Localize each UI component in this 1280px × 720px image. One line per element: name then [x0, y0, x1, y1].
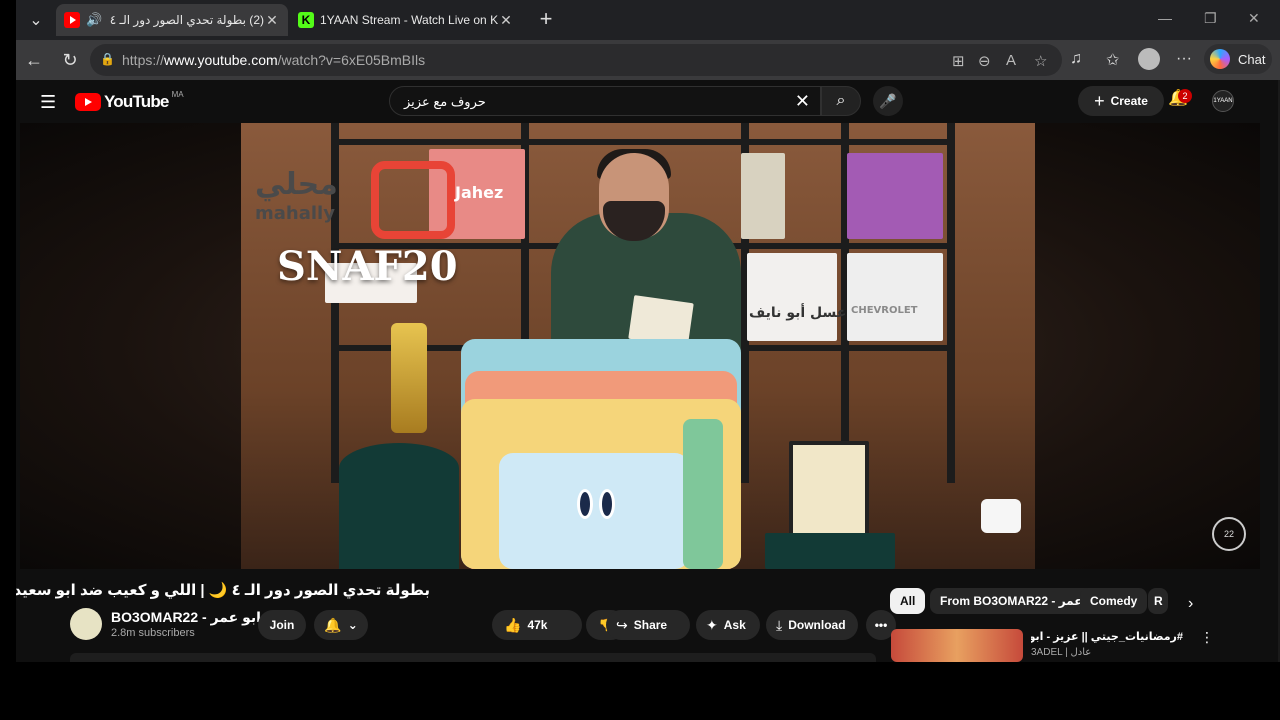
chip-all[interactable]: All — [890, 588, 926, 614]
comments-section-edge — [70, 653, 876, 662]
create-label: Create — [1110, 94, 1148, 108]
chip-more[interactable]: R — [1148, 588, 1168, 614]
chip-comedy[interactable]: Comedy — [1080, 588, 1148, 614]
close-icon[interactable]: ✕ — [264, 12, 280, 29]
thumbs-up-icon: 👍 — [504, 616, 522, 633]
share-label: Share — [633, 618, 668, 632]
search-query[interactable]: حروف مع عزيز — [404, 94, 486, 110]
share-icon: ↪ — [616, 616, 628, 633]
channel-watermark-icon[interactable]: 22 — [1212, 517, 1246, 551]
channel-name[interactable]: BO3OMAR22 - ابو عمر — [111, 609, 275, 626]
tab-actions-menu-button[interactable]: ⌄ — [22, 6, 50, 34]
youtube-play-icon — [75, 93, 101, 111]
share-button[interactable]: ↪ Share — [606, 610, 690, 640]
browser-essentials-icon[interactable]: ♫ — [1070, 50, 1082, 68]
download-label: Download — [788, 618, 846, 632]
chevron-down-icon: ⌄ — [347, 618, 358, 632]
window-close-icon[interactable]: ✕ — [1248, 10, 1260, 27]
refresh-icon[interactable]: ↻ — [58, 48, 82, 72]
sponsor-chevrolet-text: CHEVROLET — [851, 305, 918, 316]
more-vertical-icon[interactable]: ⋮ — [1200, 629, 1214, 646]
search-icon: ⌕ — [836, 92, 846, 109]
read-aloud-icon[interactable]: A — [1006, 52, 1016, 69]
ask-button[interactable]: ✦ Ask — [696, 610, 760, 640]
search-button[interactable]: ⌕ — [821, 86, 861, 116]
more-horizontal-icon: ••• — [874, 618, 888, 632]
recommended-video-title[interactable]: #رمضانيات_جيتي || عزيز - ابو عمر 🌙 — [1031, 630, 1183, 643]
address-toolbar: ← ↻ 🔒 https://www.youtube.com/watch?v=6x… — [16, 40, 1280, 80]
url-text[interactable]: https://www.youtube.com/watch?v=6xE05BmB… — [122, 52, 425, 68]
copilot-chat-button[interactable]: Chat — [1204, 44, 1272, 74]
youtube-header: ☰ YouTube MA حروف مع عزيز ✕ ⌕ 🎤 + Create… — [20, 80, 1260, 123]
create-button[interactable]: + Create — [1078, 86, 1164, 116]
browser-window: ⌄ 🔊 (2) بطولة تحدي الصور دور الـ ٤ 🌙 ✕ K… — [16, 0, 1280, 662]
video-title: بطولة تحدي الصور دور الـ ٤ 🌙 | اللي و كع… — [16, 582, 430, 599]
recommended-channel-name[interactable]: 3ADEL | عادل — [1031, 647, 1091, 658]
more-options-icon[interactable]: ··· — [1176, 50, 1192, 68]
recommended-video-thumbnail[interactable] — [891, 629, 1023, 662]
app-available-icon[interactable]: ⊞ — [952, 52, 965, 70]
video-info-panel: بطولة تحدي الصور دور الـ ٤ 🌙 | اللي و كع… — [16, 569, 1260, 662]
restore-icon[interactable]: ❐ — [1204, 10, 1217, 27]
ask-label: Ask — [723, 618, 746, 632]
youtube-favicon-icon — [64, 12, 80, 28]
kick-favicon-icon: K — [298, 12, 314, 28]
youtube-logo[interactable]: YouTube MA — [75, 89, 184, 112]
download-icon: ⤓ — [776, 616, 783, 633]
video-frame: محلي mahally Jahez CHEVROLET عسل أبو ناي… — [241, 123, 1035, 569]
minimize-icon[interactable]: — — [1158, 10, 1172, 26]
country-code: MA — [171, 89, 184, 99]
bell-icon: 🔔 — [324, 616, 342, 633]
lock-icon[interactable]: 🔒 — [100, 52, 115, 68]
chat-label: Chat — [1238, 51, 1266, 67]
tab-title: 1YAAN Stream - Watch Live on Kick — [320, 13, 498, 27]
back-icon[interactable]: ← — [22, 48, 46, 72]
favorites-icon[interactable]: ✩ — [1106, 50, 1119, 70]
download-button[interactable]: ⤓ Download — [766, 610, 858, 640]
hamburger-menu-icon[interactable]: ☰ — [40, 92, 56, 113]
eye-graphic — [577, 489, 593, 519]
subscribed-bell-button[interactable]: 🔔 ⌄ — [314, 610, 368, 640]
notification-count-badge: 2 — [1178, 89, 1192, 103]
eye-graphic — [599, 489, 615, 519]
speaker-icon[interactable]: 🔊 — [86, 12, 102, 28]
tab-kick[interactable]: K 1YAAN Stream - Watch Live on Kick ✕ — [290, 4, 522, 36]
search-input[interactable]: حروف مع عزيز ✕ — [389, 86, 821, 116]
profile-avatar-icon[interactable] — [1138, 48, 1160, 70]
address-bar[interactable]: 🔒 https://www.youtube.com/watch?v=6xE05B… — [90, 44, 1062, 76]
user-avatar[interactable]: 1YAAN — [1212, 90, 1234, 112]
favorite-star-icon[interactable]: ☆ — [1034, 52, 1047, 70]
channel-avatar[interactable] — [70, 608, 102, 640]
sponsor-jahez-text: Jahez — [455, 183, 504, 202]
video-player[interactable]: محلي mahally Jahez CHEVROLET عسل أبو ناي… — [20, 123, 1260, 569]
voice-search-button[interactable]: 🎤 — [873, 86, 903, 116]
like-count: 47k — [527, 618, 548, 632]
plus-icon: + — [1094, 90, 1105, 111]
close-icon[interactable]: ✕ — [498, 12, 514, 29]
join-button[interactable]: Join — [258, 610, 306, 640]
copilot-icon — [1210, 49, 1230, 69]
discount-code-overlay: SNAF20 — [277, 243, 458, 290]
microphone-icon: 🎤 — [879, 93, 897, 109]
join-label: Join — [269, 618, 295, 632]
sponsor-english-text: mahally — [255, 203, 335, 224]
sparkle-icon: ✦ — [706, 616, 718, 633]
tab-title: (2) بطولة تحدي الصور دور الـ ٤ 🌙 — [106, 13, 264, 27]
youtube-wordmark: YouTube — [104, 92, 169, 111]
zoom-icon[interactable]: ⊖ — [978, 52, 991, 70]
clear-search-icon[interactable]: ✕ — [795, 91, 810, 112]
channel-name-text[interactable]: BO3OMAR22 - ابو عمر — [111, 609, 261, 625]
tab-strip: ⌄ 🔊 (2) بطولة تحدي الصور دور الـ ٤ 🌙 ✕ K… — [16, 0, 1280, 40]
sponsor-arabic-text: محلي — [255, 167, 338, 202]
tab-youtube[interactable]: 🔊 (2) بطولة تحدي الصور دور الـ ٤ 🌙 ✕ — [56, 4, 288, 36]
sponsor-honey-text: عسل أبو نايف — [749, 305, 847, 321]
like-button[interactable]: 👍 47k — [492, 610, 582, 640]
subscriber-count: 2.8m subscribers — [111, 627, 195, 639]
chevron-right-icon[interactable]: › — [1188, 595, 1193, 613]
new-tab-button[interactable]: + — [534, 8, 558, 32]
